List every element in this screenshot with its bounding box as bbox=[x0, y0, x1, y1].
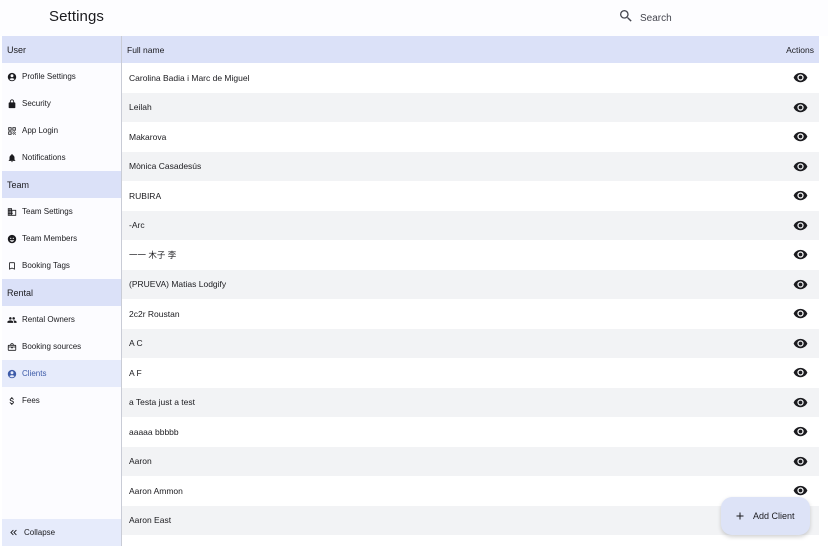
search-icon[interactable] bbox=[618, 8, 634, 29]
briefcase-icon bbox=[7, 342, 17, 352]
sidebar-item-clients[interactable]: Clients bbox=[2, 360, 121, 387]
table-row[interactable]: 2c2r Roustan bbox=[122, 299, 819, 329]
sidebar-item-app-login[interactable]: App Login bbox=[2, 117, 121, 144]
eye-icon[interactable] bbox=[793, 365, 808, 380]
client-name-cell: Aaron Ammon bbox=[129, 485, 183, 496]
plus-icon bbox=[736, 512, 744, 520]
client-name-cell: 一一 木子 李 bbox=[129, 249, 177, 260]
column-header-actions: Actions bbox=[786, 44, 814, 55]
top-app-bar: Settings Search bbox=[0, 0, 828, 36]
eye-icon[interactable] bbox=[793, 129, 808, 144]
table-row[interactable]: -Arc bbox=[122, 210, 819, 240]
eye-icon[interactable] bbox=[793, 454, 808, 469]
eye-icon[interactable] bbox=[793, 483, 808, 498]
table-row[interactable]: A F bbox=[122, 358, 819, 388]
client-name-cell: A F bbox=[129, 367, 142, 378]
sidebar-item-team-settings[interactable]: Team Settings bbox=[2, 198, 121, 225]
qr-code-icon bbox=[7, 126, 17, 136]
sidebar-item-label: Clients bbox=[22, 369, 47, 378]
table-row[interactable]: Leilah bbox=[122, 92, 819, 122]
table-row[interactable]: a Testa just a test bbox=[122, 387, 819, 417]
add-client-label: Add Client bbox=[753, 511, 795, 521]
eye-icon[interactable] bbox=[793, 277, 808, 292]
page-title: Settings bbox=[49, 8, 104, 25]
client-name-cell: Aaron bbox=[129, 456, 152, 467]
table-row[interactable]: RUBIRA bbox=[122, 181, 819, 211]
table-row[interactable]: Mònica Casadesús bbox=[122, 151, 819, 181]
sidebar-item-label: Team Settings bbox=[22, 207, 73, 216]
sidebar-item-label: Rental Owners bbox=[22, 315, 75, 324]
sidebar-item-label: Booking Tags bbox=[22, 261, 70, 270]
sidebar-item-label: Booking sources bbox=[22, 342, 82, 351]
sidebar-item-security[interactable]: Security bbox=[2, 90, 121, 117]
lock-icon bbox=[7, 98, 17, 109]
search-box[interactable]: Search bbox=[618, 8, 672, 28]
client-name-cell: aaaaa bbbbb bbox=[129, 426, 179, 437]
collapse-label: Collapse bbox=[24, 528, 56, 537]
settings-sidebar: User Profile Settings Security App Login Not… bbox=[2, 36, 121, 546]
client-name-cell: Mònica Casadesús bbox=[129, 161, 202, 172]
client-name-cell: Aaron East bbox=[129, 515, 172, 526]
table-header: Full name Actions bbox=[122, 36, 819, 63]
sidebar-section-rental: Rental bbox=[2, 279, 121, 306]
client-name-cell: RUBIRA bbox=[129, 190, 162, 201]
sidebar-item-booking-tags[interactable]: Booking Tags bbox=[2, 252, 121, 279]
sidebar-item-notifications[interactable]: Notifications bbox=[2, 144, 121, 171]
table-row[interactable]: 一一 木子 李 bbox=[122, 240, 819, 270]
table-row[interactable]: aaaaa bbbbb bbox=[122, 417, 819, 447]
bookmark-icon bbox=[7, 261, 17, 271]
sidebar-section-team: Team bbox=[2, 171, 121, 198]
eye-icon[interactable] bbox=[793, 159, 808, 174]
client-name-cell: Makarova bbox=[129, 131, 167, 142]
corporate-icon bbox=[7, 207, 17, 217]
sidebar-item-label: App Login bbox=[22, 126, 59, 135]
sidebar-item-label: Security bbox=[22, 99, 51, 108]
client-name-cell: Carolina Badia i Marc de Miguel bbox=[129, 72, 250, 83]
table-row[interactable]: Aaron Ammon bbox=[122, 476, 819, 506]
account-circle-icon bbox=[7, 72, 17, 82]
eye-icon[interactable] bbox=[793, 188, 808, 203]
account-circle-icon bbox=[7, 369, 17, 379]
search-input[interactable]: Search bbox=[640, 13, 672, 24]
dollar-icon bbox=[7, 396, 17, 406]
table-row[interactable]: Carolina Badia i Marc de Miguel bbox=[122, 63, 819, 93]
bell-icon bbox=[7, 153, 17, 163]
eye-icon[interactable] bbox=[793, 424, 808, 439]
eye-icon[interactable] bbox=[793, 100, 808, 115]
people-icon bbox=[7, 315, 17, 325]
sidebar-item-label: Team Members bbox=[22, 234, 78, 243]
sidebar-item-booking-sources[interactable]: Booking sources bbox=[2, 333, 121, 360]
table-row[interactable]: (PRUEVA) Matias Lodgify bbox=[122, 269, 819, 299]
sidebar-item-label: Profile Settings bbox=[22, 72, 76, 81]
table-row[interactable]: Aaron bbox=[122, 446, 819, 476]
client-name-cell: Leilah bbox=[129, 102, 152, 113]
sidebar-item-team-members[interactable]: Team Members bbox=[2, 225, 121, 252]
collapse-button[interactable]: Collapse bbox=[2, 519, 121, 546]
sidebar-item-profile-settings[interactable]: Profile Settings bbox=[2, 63, 121, 90]
table-row[interactable]: Makarova bbox=[122, 122, 819, 152]
eye-icon[interactable] bbox=[793, 70, 808, 85]
table-row[interactable]: A C bbox=[122, 328, 819, 358]
sidebar-section-user: User bbox=[2, 36, 121, 63]
client-name-cell: (PRUEVA) Matias Lodgify bbox=[129, 279, 227, 290]
client-name-cell: -Arc bbox=[129, 220, 145, 231]
sidebar-item-label: Fees bbox=[22, 396, 40, 405]
double-chevron-left-icon bbox=[10, 529, 17, 536]
eye-icon[interactable] bbox=[793, 336, 808, 351]
group-face-icon bbox=[7, 234, 17, 244]
eye-icon[interactable] bbox=[793, 218, 808, 233]
clients-table: Full name Actions Carolina Badia i Marc … bbox=[122, 36, 819, 546]
sidebar-item-fees[interactable]: Fees bbox=[2, 387, 121, 414]
eye-icon[interactable] bbox=[793, 247, 808, 262]
client-name-cell: A C bbox=[129, 338, 143, 349]
client-name-cell: 2c2r Roustan bbox=[129, 308, 180, 319]
sidebar-item-rental-owners[interactable]: Rental Owners bbox=[2, 306, 121, 333]
eye-icon[interactable] bbox=[793, 395, 808, 410]
sidebar-item-label: Notifications bbox=[22, 153, 66, 162]
client-name-cell: a Testa just a test bbox=[129, 397, 195, 408]
eye-icon[interactable] bbox=[793, 306, 808, 321]
table-row[interactable]: Aaron East bbox=[122, 505, 819, 535]
add-client-button[interactable]: Add Client bbox=[721, 497, 810, 535]
column-header-full-name[interactable]: Full name bbox=[127, 45, 164, 55]
